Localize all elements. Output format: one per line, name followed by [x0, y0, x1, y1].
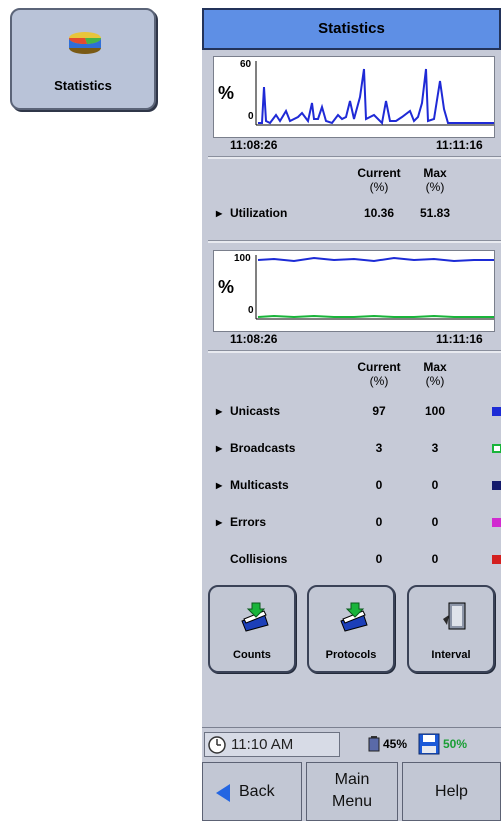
series-color-swatch: [492, 518, 501, 527]
table-row-collisions: Collisions 0 0: [208, 552, 501, 570]
max-column-header: Max (%): [423, 360, 447, 388]
traffic-section: 100 % 0 11:08:26 11:11:16 Current (%) Max…: [208, 246, 501, 576]
series-color-swatch: [492, 444, 501, 453]
chart-end-time: 11:11:16: [436, 138, 483, 152]
page-title: Statistics: [318, 20, 385, 37]
title-bar: Statistics: [202, 8, 501, 50]
divider: [208, 350, 501, 353]
row-name: Broadcasts: [230, 441, 296, 455]
storage-icon: [418, 733, 440, 760]
status-bar: 11:10 AM 45% 50%: [202, 727, 501, 761]
current-value: 10.36: [363, 206, 395, 220]
back-label: Back: [239, 783, 275, 800]
expand-arrow-icon: ▶: [216, 407, 223, 416]
row-name: Errors: [230, 515, 267, 529]
table-row-broadcasts[interactable]: ▶ Broadcasts 3 3: [208, 441, 501, 459]
utilization-plot: [255, 61, 494, 126]
row-name: Collisions: [230, 552, 288, 566]
chart-start-time: 11:08:26: [230, 138, 278, 152]
main-menu-button[interactable]: Main Menu: [306, 762, 398, 821]
toolbar: Counts Protocols Interval: [202, 585, 501, 723]
main-menu-label-line2: Menu: [331, 793, 373, 810]
help-button[interactable]: Help: [402, 762, 501, 821]
series-color-swatch: [492, 481, 501, 490]
utilization-section: 60 % 0 11:08:26 11:11:16 Current (%) Max(…: [208, 52, 501, 244]
expand-arrow-icon: ▶: [216, 518, 223, 527]
table-row-errors[interactable]: ▶ Errors 0 0: [208, 515, 501, 533]
traffic-chart: 100 % 0: [213, 250, 495, 332]
max-value: 100: [424, 404, 446, 418]
current-value: 0: [375, 478, 383, 492]
statistics-launcher-button[interactable]: Statistics: [10, 8, 156, 110]
battery-percent: 45%: [383, 737, 408, 751]
chart-end-time: 11:11:16: [436, 332, 483, 346]
max-value: 51.83: [419, 206, 451, 220]
protocols-button[interactable]: Protocols: [307, 585, 395, 673]
expand-arrow-icon: ▶: [216, 481, 223, 490]
storage-percent: 50%: [443, 737, 468, 751]
current-value: 3: [375, 441, 383, 455]
utilization-series-line: [258, 68, 494, 126]
broadcasts-series-line: [257, 314, 494, 319]
table-row-utilization[interactable]: ▶ Utilization 10.36 51.83: [208, 206, 501, 224]
current-value: 97: [372, 404, 386, 418]
help-label: Help: [435, 783, 468, 800]
table-row-unicasts[interactable]: ▶ Unicasts 97 100: [208, 404, 501, 422]
max-column-header: Max (%): [423, 166, 447, 194]
bottom-nav: Back Main Menu Help: [202, 762, 501, 821]
interval-label: Interval: [431, 649, 471, 661]
main-menu-label-line1: Main: [334, 771, 370, 788]
divider: [208, 240, 501, 243]
clock-display[interactable]: 11:10 AM: [204, 732, 340, 757]
series-color-swatch: [492, 555, 501, 564]
pie-chart-icon: [67, 30, 103, 61]
utilization-chart: 60 % 0: [213, 56, 495, 138]
max-value: 0: [431, 478, 439, 492]
counts-icon: [238, 599, 272, 638]
max-value: 3: [431, 441, 439, 455]
max-value: 0: [431, 552, 439, 566]
chart-start-time: 11:08:26: [230, 332, 278, 346]
expand-arrow-icon: ▶: [216, 209, 223, 218]
launcher-label: Statistics: [54, 78, 112, 93]
battery-icon: [368, 736, 380, 757]
interval-icon: [437, 599, 471, 638]
counts-button[interactable]: Counts: [208, 585, 296, 673]
current-column-header: Current (%): [357, 360, 401, 388]
back-button[interactable]: Back: [202, 762, 302, 821]
unicasts-series-line: [257, 256, 494, 263]
series-color-swatch: [492, 407, 501, 416]
protocols-label: Protocols: [325, 649, 377, 661]
current-column-header: Current (%): [357, 166, 401, 194]
divider: [208, 156, 501, 159]
table-row-multicasts[interactable]: ▶ Multicasts 0 0: [208, 478, 501, 496]
counts-label: Counts: [233, 649, 271, 661]
clock-time: 11:10 AM: [231, 736, 294, 753]
traffic-plot: [255, 255, 494, 320]
back-arrow-icon: [215, 783, 231, 808]
row-name: Unicasts: [230, 404, 281, 418]
max-value: 0: [431, 515, 439, 529]
protocols-icon: [337, 599, 371, 638]
current-value: 0: [375, 552, 383, 566]
interval-button[interactable]: Interval: [407, 585, 495, 673]
expand-arrow-icon: ▶: [216, 444, 223, 453]
row-name: Utilization: [230, 206, 288, 220]
clock-icon: [208, 736, 226, 759]
current-value: 0: [375, 515, 383, 529]
row-name: Multicasts: [230, 478, 289, 492]
